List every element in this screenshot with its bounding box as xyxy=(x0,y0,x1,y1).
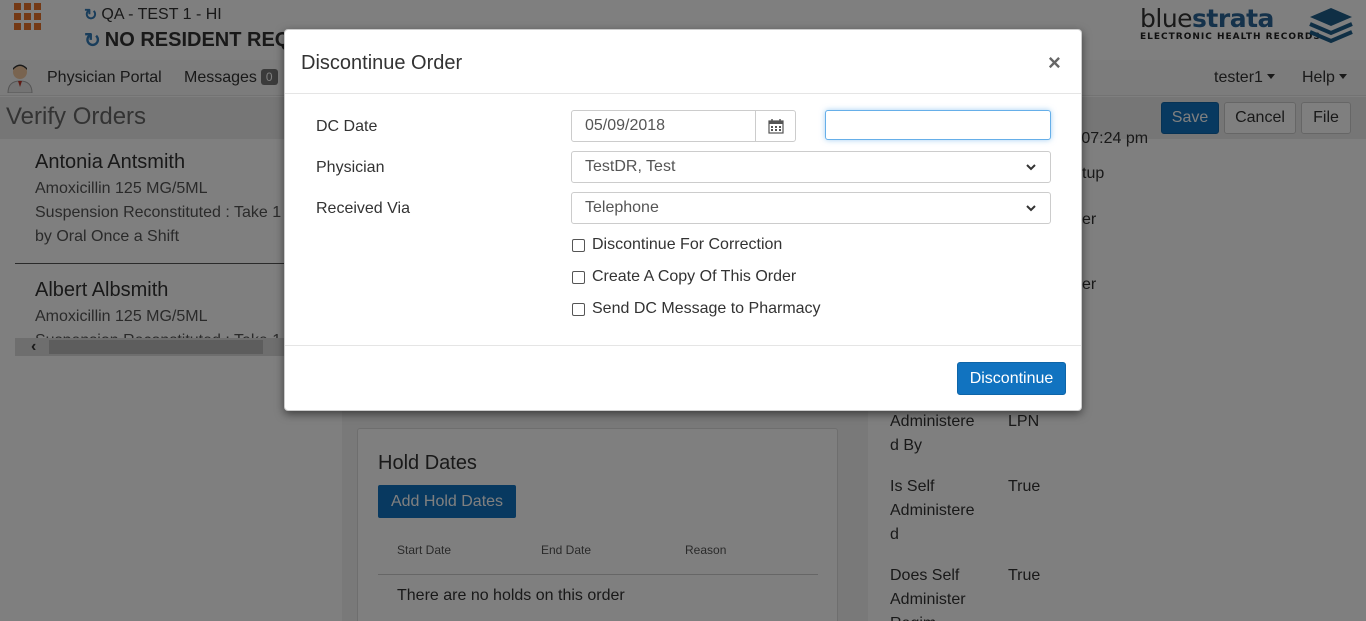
physician-label: Physician xyxy=(316,159,385,176)
dc-date-input[interactable]: 05/09/2018 xyxy=(571,110,756,142)
modal-footer-divider xyxy=(285,345,1081,346)
send-dc-message-checkbox[interactable]: Send DC Message to Pharmacy xyxy=(572,300,821,318)
create-copy-checkbox[interactable]: Create A Copy Of This Order xyxy=(572,268,796,286)
checkbox[interactable] xyxy=(572,270,585,284)
modal-title: Discontinue Order xyxy=(301,52,463,74)
modal-header: Discontinue Order × xyxy=(285,30,1081,94)
checkbox[interactable] xyxy=(572,238,585,252)
discontinue-button[interactable]: Discontinue xyxy=(957,362,1066,395)
received-via-label: Received Via xyxy=(316,200,410,217)
close-icon[interactable]: × xyxy=(1048,50,1061,76)
discontinue-for-correction-checkbox[interactable]: Discontinue For Correction xyxy=(572,236,782,254)
discontinue-order-modal: Discontinue Order × DC Date 05/09/2018 P… xyxy=(284,29,1082,411)
chevron-down-icon xyxy=(1026,205,1036,212)
physician-select[interactable]: TestDR, Test xyxy=(571,151,1051,183)
dc-date-label: DC Date xyxy=(316,118,378,135)
calendar-icon xyxy=(768,119,784,134)
dc-time-input[interactable] xyxy=(825,110,1051,140)
calendar-button[interactable] xyxy=(755,110,796,142)
received-via-select[interactable]: Telephone xyxy=(571,192,1051,224)
checkbox[interactable] xyxy=(572,302,585,316)
chevron-down-icon xyxy=(1026,164,1036,171)
